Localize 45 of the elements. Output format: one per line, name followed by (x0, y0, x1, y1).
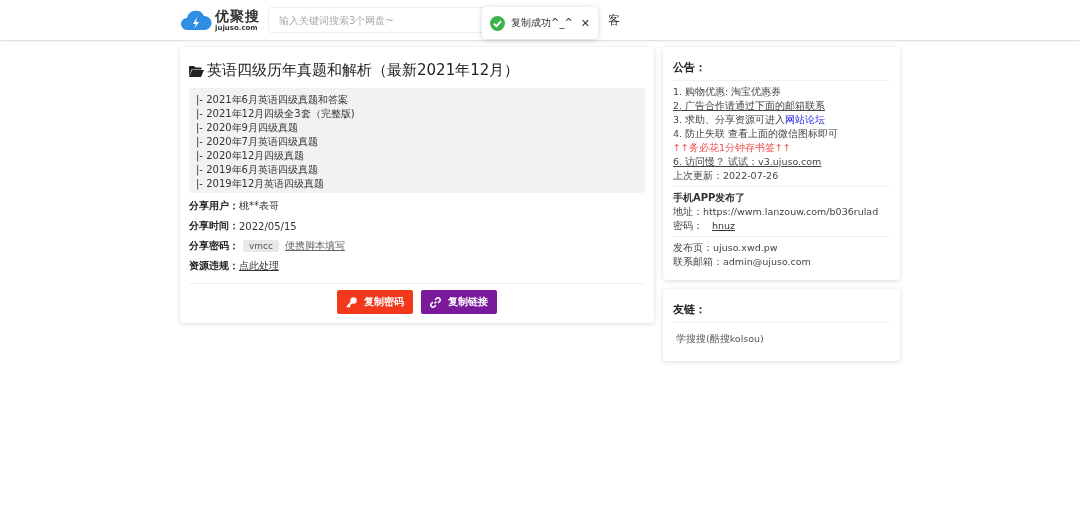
contact-text: 联系邮箱：admin@ujuso.com (673, 255, 812, 269)
check-circle-icon (490, 15, 505, 31)
file-entry: |- 2020年9月四级真题 (196, 121, 299, 135)
cloud-logo-icon (180, 9, 212, 31)
file-entry: |- 2020年7月英语四级真题 (196, 135, 319, 149)
app-label: 密码： (673, 220, 703, 231)
field-link[interactable]: 点此处理 (239, 259, 279, 273)
field-value: 桃**表哥 (239, 199, 279, 213)
forum-link[interactable]: 网站论坛 (785, 114, 826, 125)
copy-link-button[interactable]: 复制链接 (421, 290, 497, 314)
file-entry: |- 2019年6月英语四级真题 (196, 163, 319, 177)
password-tag: vmcc (243, 240, 279, 252)
app-password-link[interactable]: hnuz (712, 220, 736, 231)
app-heading: 手机APP发布了 (673, 191, 747, 205)
folder-icon (189, 64, 204, 77)
file-entry: |- 2021年12月四级全3套（完整版) (196, 107, 356, 121)
field-label: 资源违规： (189, 259, 239, 273)
notice-text: 3. 求助、分享资源可进入 (673, 114, 786, 125)
field-label: 分享用户： (189, 199, 239, 213)
file-entry: |- 2020年12月四级真题 (196, 149, 306, 163)
app-url: https://wwm.lanzouw.com/b036rulad (703, 206, 879, 217)
contact-text: 发布页：ujuso.xwd.pw (673, 241, 779, 255)
file-entry: |- 2019年12月英语四级真题 (196, 177, 326, 191)
notice-link[interactable]: 2. 广告合作请通过下面的邮箱联系 (673, 99, 890, 113)
chain-link-icon (430, 296, 441, 308)
friends-title: 友链： (673, 297, 890, 323)
key-icon (346, 296, 357, 308)
file-entry: |- 2021年6月英语四级真题和答案 (196, 93, 349, 107)
notice-link[interactable]: 6. 访问慢？ 试试：v3.ujuso.com (673, 155, 890, 169)
close-button[interactable]: ✕ (580, 16, 590, 30)
field-label: 分享时间： (189, 219, 239, 233)
script-link[interactable]: 便携脚本填写 (285, 239, 345, 253)
notice-text: 4. 防止失联 查看上面的微信图标即可 (673, 127, 840, 141)
friend-link[interactable]: 学搜搜(酷搜kolsou) (673, 329, 767, 350)
warning-text: ↑↑务必花1分钟存书签↑↑ (673, 141, 792, 155)
app-label: 地址： (673, 206, 703, 217)
nav-link[interactable]: 客 (608, 11, 620, 29)
field-label: 分享密码： (189, 239, 239, 253)
notice-text: 1. 购物优惠: 淘宝优惠券 (673, 85, 783, 99)
notice-title: 公告： (673, 55, 890, 81)
logo-name: 优聚搜 (215, 8, 260, 23)
field-value: 2022/05/15 (239, 220, 297, 232)
copy-password-button[interactable]: 复制密码 (337, 290, 413, 314)
resource-title: 英语四级历年真题和解析（最新2021年12月） (207, 61, 520, 80)
notice-text: 上次更新：2022-07-26 (673, 169, 780, 183)
